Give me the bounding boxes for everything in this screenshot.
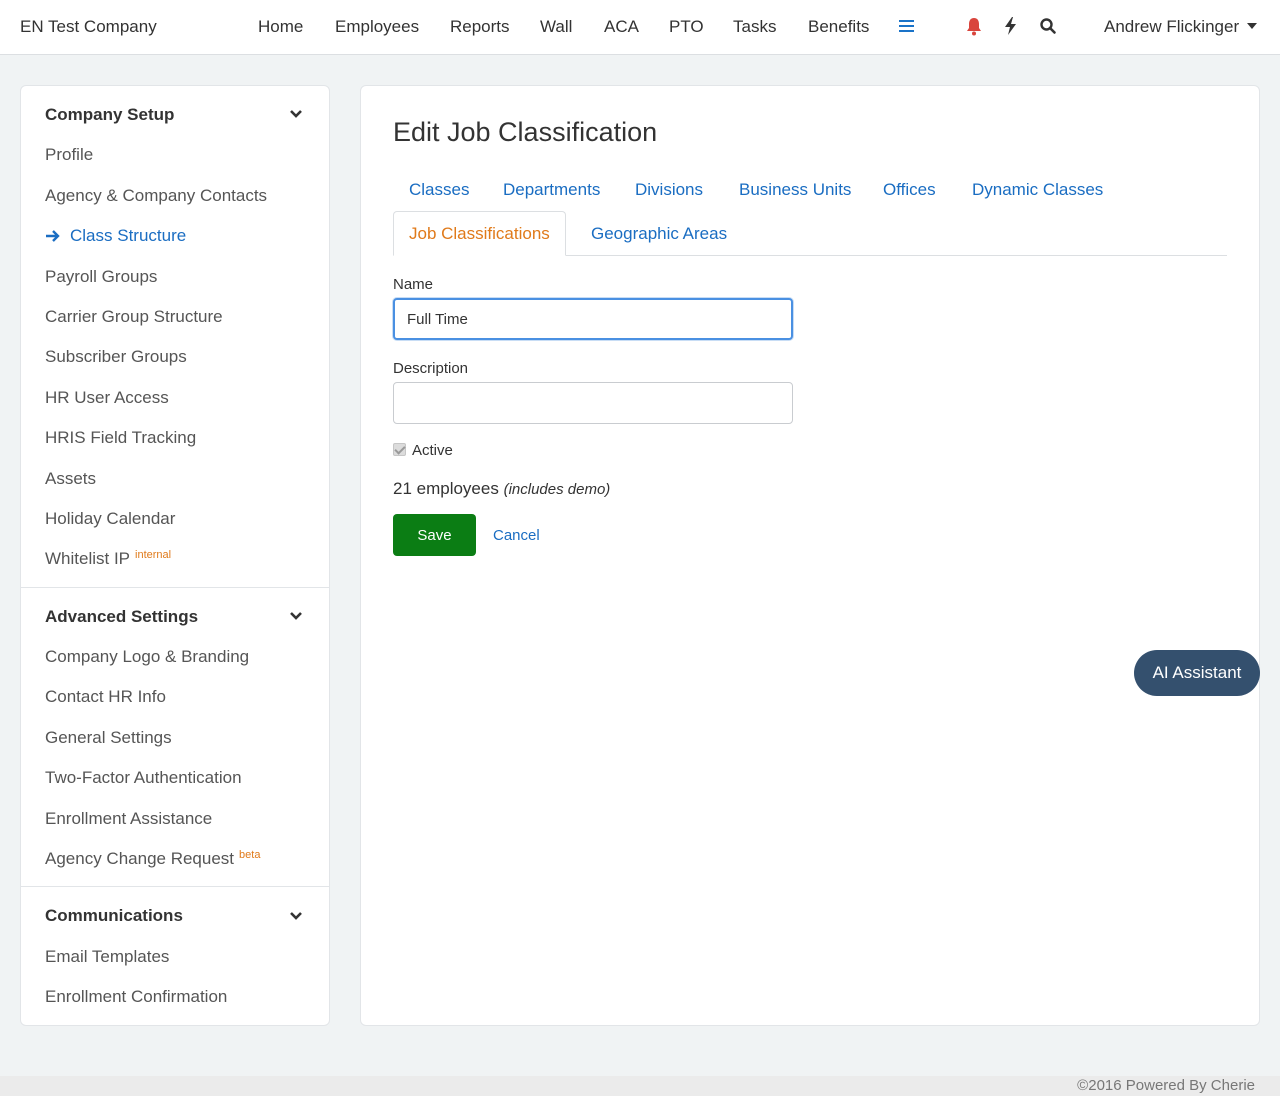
- page-title: Edit Job Classification: [393, 117, 658, 147]
- name-field[interactable]: [393, 298, 793, 340]
- nav-wall[interactable]: Wall: [540, 17, 572, 37]
- section-advanced-settings[interactable]: Advanced Settings: [45, 607, 198, 627]
- sidebar-item-company-logo-branding[interactable]: Company Logo & Branding: [45, 647, 249, 667]
- name-label: Name: [393, 276, 434, 293]
- company-name[interactable]: EN Test Company: [20, 17, 157, 37]
- sidebar-item-enrollment-confirmation[interactable]: Enrollment Confirmation: [45, 987, 227, 1007]
- sidebar-item-enrollment-assistance[interactable]: Enrollment Assistance: [45, 809, 212, 829]
- tab-classes[interactable]: Classes: [409, 180, 469, 200]
- internal-badge: internal: [135, 549, 172, 561]
- sidebar-item-hr-user-access[interactable]: HR User Access: [45, 388, 169, 408]
- bell-icon[interactable]: [965, 16, 983, 36]
- tab-offices[interactable]: Offices: [883, 180, 936, 200]
- sidebar-item-assets[interactable]: Assets: [45, 469, 96, 489]
- sidebar-item-profile[interactable]: Profile: [45, 145, 93, 165]
- sidebar-item-subscriber-groups[interactable]: Subscriber Groups: [45, 347, 187, 367]
- settings-sidebar: Company Setup Profile Agency & Company C…: [20, 85, 330, 1026]
- user-name: Andrew Flickinger: [1104, 17, 1240, 36]
- tab-dynamic-classes[interactable]: Dynamic Classes: [972, 180, 1103, 200]
- sidebar-item-holiday-calendar[interactable]: Holiday Calendar: [45, 509, 175, 529]
- section-company-setup[interactable]: Company Setup: [45, 105, 174, 125]
- sidebar-item-label: Agency Change Request: [45, 849, 235, 868]
- section-communications[interactable]: Communications: [45, 906, 183, 926]
- ai-assistant-button[interactable]: AI Assistant: [1134, 650, 1260, 696]
- nav-aca[interactable]: ACA: [604, 17, 639, 37]
- beta-badge: beta: [239, 849, 261, 861]
- save-button[interactable]: Save: [393, 514, 476, 556]
- sidebar-item-two-factor-authentication[interactable]: Two-Factor Authentication: [45, 768, 242, 788]
- section-divider: [21, 587, 329, 588]
- section-divider: [21, 886, 329, 887]
- active-checkbox[interactable]: [393, 443, 406, 456]
- lightning-bolt-icon[interactable]: [1002, 16, 1020, 36]
- tab-geographic-areas[interactable]: Geographic Areas: [591, 224, 727, 244]
- nav-benefits[interactable]: Benefits: [808, 17, 869, 37]
- employee-count: 21 employees (includes demo): [393, 479, 610, 499]
- nav-tasks[interactable]: Tasks: [733, 17, 776, 37]
- active-label: Active: [412, 442, 453, 459]
- sidebar-item-payroll-groups[interactable]: Payroll Groups: [45, 267, 157, 287]
- nav-employees[interactable]: Employees: [335, 17, 419, 37]
- tab-business-units[interactable]: Business Units: [739, 180, 851, 200]
- sidebar-item-contact-hr-info[interactable]: Contact HR Info: [45, 687, 166, 707]
- sidebar-item-label: Whitelist IP: [45, 549, 131, 568]
- search-icon[interactable]: [1039, 16, 1057, 36]
- tab-departments[interactable]: Departments: [503, 180, 600, 200]
- main-content-card: Edit Job Classification Classes Departme…: [360, 85, 1260, 1026]
- description-label: Description: [393, 360, 469, 377]
- sidebar-item-carrier-group-structure[interactable]: Carrier Group Structure: [45, 307, 223, 327]
- cancel-link[interactable]: Cancel: [493, 527, 540, 544]
- sidebar-item-label: Class Structure: [70, 226, 187, 245]
- arrow-right-icon: [46, 230, 60, 242]
- footer-copyright: ©2016 Powered By Cherie: [1077, 1077, 1255, 1094]
- sidebar-item-agency-change-request[interactable]: Agency Change Request beta: [45, 849, 260, 869]
- sidebar-item-whitelist-ip[interactable]: Whitelist IP internal: [45, 549, 171, 569]
- active-checkbox-row: Active: [393, 442, 453, 459]
- chevron-down-icon[interactable]: [289, 109, 303, 119]
- sidebar-item-general-settings[interactable]: General Settings: [45, 728, 172, 748]
- top-navbar: EN Test Company Home Employees Reports W…: [0, 0, 1280, 55]
- chevron-down-icon[interactable]: [289, 911, 303, 921]
- chevron-down-icon[interactable]: [289, 611, 303, 621]
- employee-count-text: 21 employees: [393, 479, 499, 498]
- nav-pto[interactable]: PTO: [669, 17, 704, 37]
- description-field[interactable]: [393, 382, 793, 424]
- hamburger-menu-icon[interactable]: [899, 20, 914, 33]
- sidebar-item-agency-company-contacts[interactable]: Agency & Company Contacts: [45, 186, 267, 206]
- sidebar-item-email-templates[interactable]: Email Templates: [45, 947, 169, 967]
- sidebar-item-class-structure[interactable]: Class Structure: [45, 226, 186, 246]
- user-menu[interactable]: Andrew Flickinger: [1104, 17, 1258, 37]
- caret-down-icon: [1247, 23, 1258, 29]
- employee-count-note: (includes demo): [503, 481, 611, 498]
- sidebar-item-hris-field-tracking[interactable]: HRIS Field Tracking: [45, 428, 196, 448]
- tab-job-classifications[interactable]: Job Classifications: [393, 211, 566, 256]
- nav-reports[interactable]: Reports: [450, 17, 510, 37]
- tab-divisions[interactable]: Divisions: [635, 180, 703, 200]
- nav-home[interactable]: Home: [258, 17, 303, 37]
